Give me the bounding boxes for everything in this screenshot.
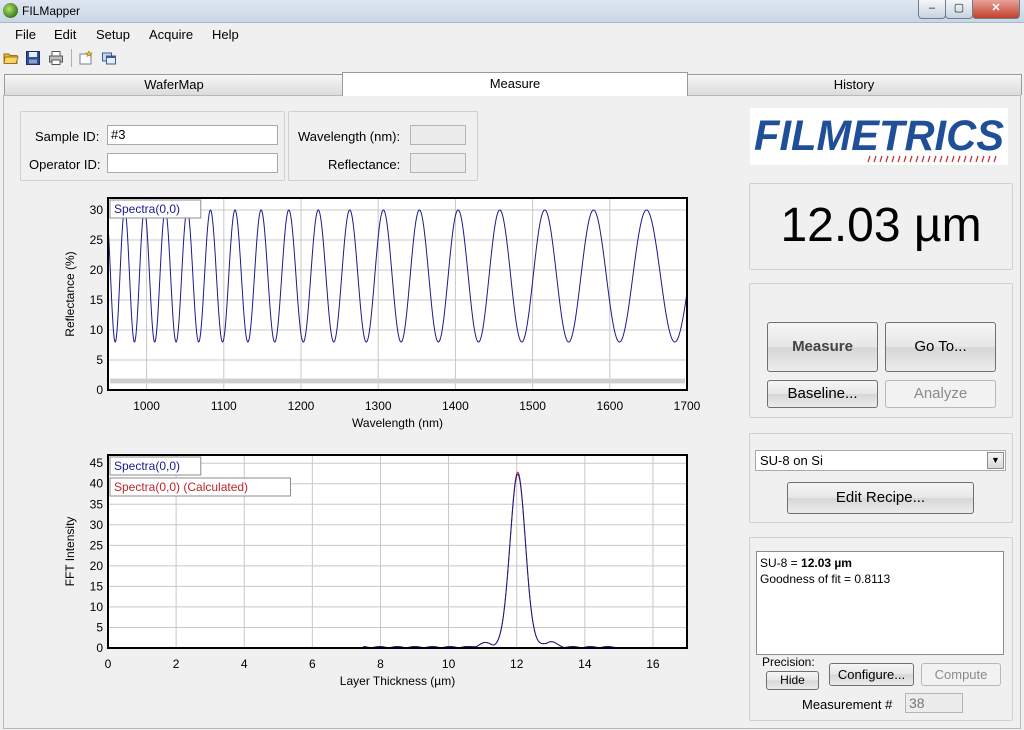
goto-button[interactable]: Go To... (885, 322, 996, 372)
wavelength-field (410, 125, 466, 145)
open-folder-icon[interactable] (3, 50, 19, 66)
filmetrics-logo: FILMETRICS (750, 108, 1008, 165)
edit-recipe-button[interactable]: Edit Recipe... (787, 482, 974, 514)
copy-window-icon[interactable] (101, 50, 117, 66)
y-tick-label: 35 (90, 497, 104, 511)
y-tick-label: 30 (90, 518, 104, 532)
x-tick-label: 1400 (442, 399, 469, 413)
x-tick-label: 1000 (133, 399, 160, 413)
x-axis-label: Layer Thickness (µm) (340, 674, 455, 688)
menu-acquire[interactable]: Acquire (149, 27, 193, 42)
svg-text:FILMETRICS: FILMETRICS (754, 112, 1004, 160)
y-tick-label: 20 (90, 263, 104, 277)
measurement-number-field: 38 (905, 693, 963, 713)
precision-label: Precision: (762, 655, 815, 669)
measurement-number-label: Measurement # (802, 697, 893, 712)
close-button[interactable]: ✕ (972, 0, 1020, 19)
operator-id-label: Operator ID: (29, 157, 101, 172)
analyze-button[interactable]: Analyze (885, 380, 996, 408)
menu-setup[interactable]: Setup (96, 27, 130, 42)
title-bar: FILMapper ‒ ▢ ✕ (0, 0, 1024, 23)
window-title: FILMapper (22, 4, 81, 18)
new-item-icon[interactable] (78, 50, 94, 66)
save-icon[interactable] (25, 50, 41, 66)
configure-button[interactable]: Configure... (829, 663, 914, 686)
y-tick-label: 10 (90, 323, 104, 337)
y-tick-label: 0 (96, 641, 103, 655)
thickness-result: 12.03 µm (780, 199, 982, 252)
x-tick-label: 16 (646, 657, 660, 671)
baseline-button[interactable]: Baseline... (767, 380, 878, 408)
x-tick-label: 1200 (288, 399, 315, 413)
y-axis-label: Reflectance (%) (63, 251, 77, 336)
x-tick-label: 8 (377, 657, 384, 671)
y-tick-label: 15 (90, 579, 104, 593)
y-tick-label: 20 (90, 559, 104, 573)
reflectance-field (410, 153, 466, 173)
plot-area (108, 198, 687, 390)
y-tick-label: 25 (90, 538, 104, 552)
print-icon[interactable] (48, 50, 64, 66)
hide-button[interactable]: Hide (766, 671, 819, 690)
reflectance-spectrum-chart[interactable]: 1000 1100 1200 1300 1400 1500 1600 1700 0 5 10 15 20… (0, 190, 720, 435)
app-icon (3, 3, 18, 18)
toolbar-separator (71, 49, 72, 67)
menu-file[interactable]: File (15, 27, 36, 42)
fft-intensity-chart[interactable]: 0 2 4 6 8 10 12 14 16 0 5 10 15 20 25 30 35 40 45 Layer Thi… (0, 448, 720, 693)
x-tick-label: 14 (578, 657, 592, 671)
tab-wafermap[interactable]: WaferMap (4, 74, 344, 95)
x-tick-label: 1500 (519, 399, 546, 413)
y-tick-label: 0 (96, 383, 103, 397)
legend-calculated: Spectra(0,0) (Calculated) (114, 480, 248, 494)
sample-id-input[interactable]: #3 (107, 125, 278, 145)
menu-bar: File Edit Setup Acquire Help (0, 23, 1024, 45)
x-tick-label: 0 (105, 657, 112, 671)
y-tick-label: 45 (90, 456, 104, 470)
x-tick-label: 1700 (674, 399, 701, 413)
tab-measure[interactable]: Measure (342, 72, 688, 96)
wavelength-label: Wavelength (nm): (298, 129, 401, 144)
x-tick-label: 12 (510, 657, 524, 671)
x-tick-label: 1100 (211, 399, 237, 413)
menu-edit[interactable]: Edit (54, 27, 76, 42)
baseline-band (110, 378, 685, 384)
y-tick-label: 40 (90, 477, 104, 491)
y-tick-label: 5 (96, 353, 103, 367)
recipe-select-value: SU-8 on Si (760, 453, 823, 468)
y-tick-label: 15 (90, 293, 104, 307)
compute-button[interactable]: Compute (921, 663, 1001, 686)
x-axis-label: Wavelength (nm) (352, 416, 443, 430)
result-line-thickness: SU-8 = 12.03 µm (760, 556, 852, 570)
results-textbox: SU-8 = 12.03 µm Goodness of fit = 0.8113 (756, 551, 1004, 655)
y-tick-label: 5 (96, 620, 103, 634)
x-tick-label: 10 (442, 657, 456, 671)
y-tick-label: 30 (90, 203, 104, 217)
x-tick-label: 1300 (365, 399, 392, 413)
legend-spectra: Spectra(0,0) (114, 459, 180, 473)
toolbar (0, 46, 1024, 70)
menu-help[interactable]: Help (212, 27, 239, 42)
minimize-button[interactable]: ‒ (918, 0, 946, 19)
x-tick-label: 6 (309, 657, 316, 671)
legend-spectra: Spectra(0,0) (114, 202, 180, 216)
measure-button[interactable]: Measure (767, 322, 878, 372)
y-tick-label: 25 (90, 233, 104, 247)
tab-strip: WaferMap Measure History (0, 72, 1024, 96)
operator-id-input[interactable] (107, 153, 278, 173)
y-tick-label: 10 (90, 600, 104, 614)
recipe-select[interactable]: SU-8 on Si ▼ (755, 450, 1006, 471)
tab-history[interactable]: History (686, 74, 1022, 95)
chevron-down-icon[interactable]: ▼ (987, 452, 1004, 469)
sample-id-label: Sample ID: (35, 129, 100, 144)
maximize-button[interactable]: ▢ (945, 0, 973, 19)
y-axis-label: FFT Intensity (63, 517, 77, 587)
x-tick-label: 1600 (596, 399, 623, 413)
result-line-goodness: Goodness of fit = 0.8113 (760, 572, 891, 586)
x-tick-label: 4 (241, 657, 248, 671)
x-tick-label: 2 (173, 657, 180, 671)
reflectance-label: Reflectance: (328, 157, 401, 172)
